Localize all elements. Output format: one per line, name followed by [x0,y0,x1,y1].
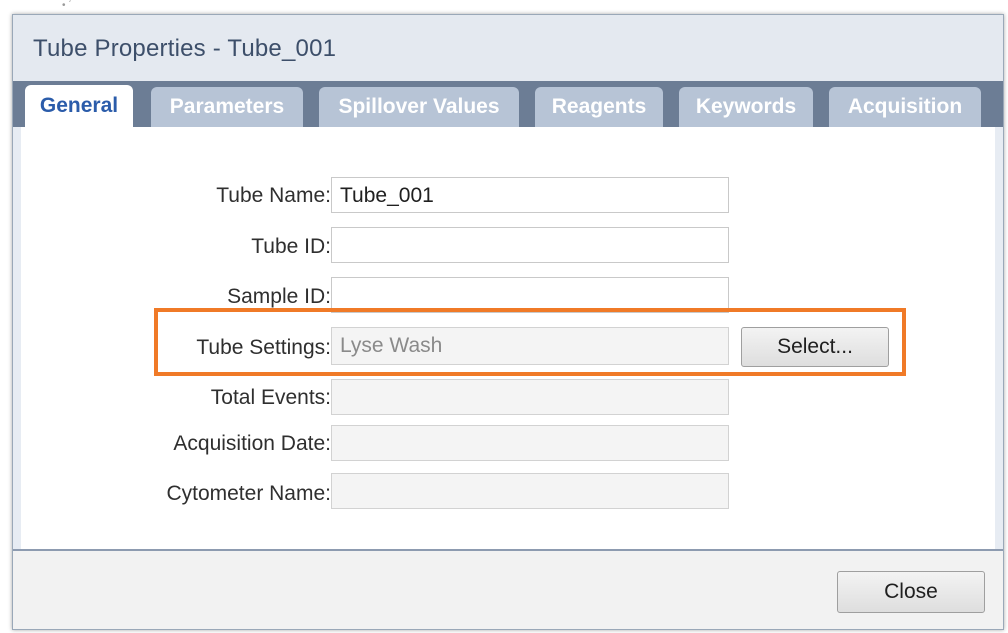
window-title: Tube Properties - Tube_001 [33,35,337,62]
tab-strip: General Parameters Spillover Values Reag… [13,81,1003,127]
tube-properties-dialog: Tube Properties - Tube_001 General Param… [12,14,1004,630]
acquisition-date-field [331,425,729,461]
cytometer-name-field [331,473,729,509]
close-button[interactable]: Close [837,571,985,613]
cytometer-name-label: Cytometer Name: [166,482,331,505]
general-tab-panel: Tube Name: Tube_001 Tube ID: Sample ID: … [21,127,995,549]
total-events-label: Total Events: [210,386,331,409]
tab-general[interactable]: General [25,85,133,127]
tab-keywords[interactable]: Keywords [679,87,813,127]
total-events-field [331,379,729,415]
select-tube-settings-button[interactable]: Select... [741,327,889,367]
tube-name-field[interactable]: Tube_001 [331,177,729,213]
tab-reagents[interactable]: Reagents [535,87,663,127]
sample-id-field[interactable] [331,277,729,313]
tube-settings-field: Lyse Wash [331,327,729,365]
tube-name-label: Tube Name: [216,184,331,207]
tube-id-field[interactable] [331,227,729,263]
tab-spillover-values[interactable]: Spillover Values [319,87,519,127]
acquisition-date-label: Acquisition Date: [173,432,331,455]
dialog-footer: Close [13,551,1003,629]
title-bar: Tube Properties - Tube_001 [13,15,1003,81]
sample-id-label: Sample ID: [227,285,331,308]
tube-id-label: Tube ID: [251,235,331,258]
tube-settings-label: Tube Settings: [196,336,331,359]
tab-acquisition[interactable]: Acquisition [829,87,981,127]
tab-parameters[interactable]: Parameters [151,87,303,127]
background-artifact: • ˊ [62,0,72,11]
